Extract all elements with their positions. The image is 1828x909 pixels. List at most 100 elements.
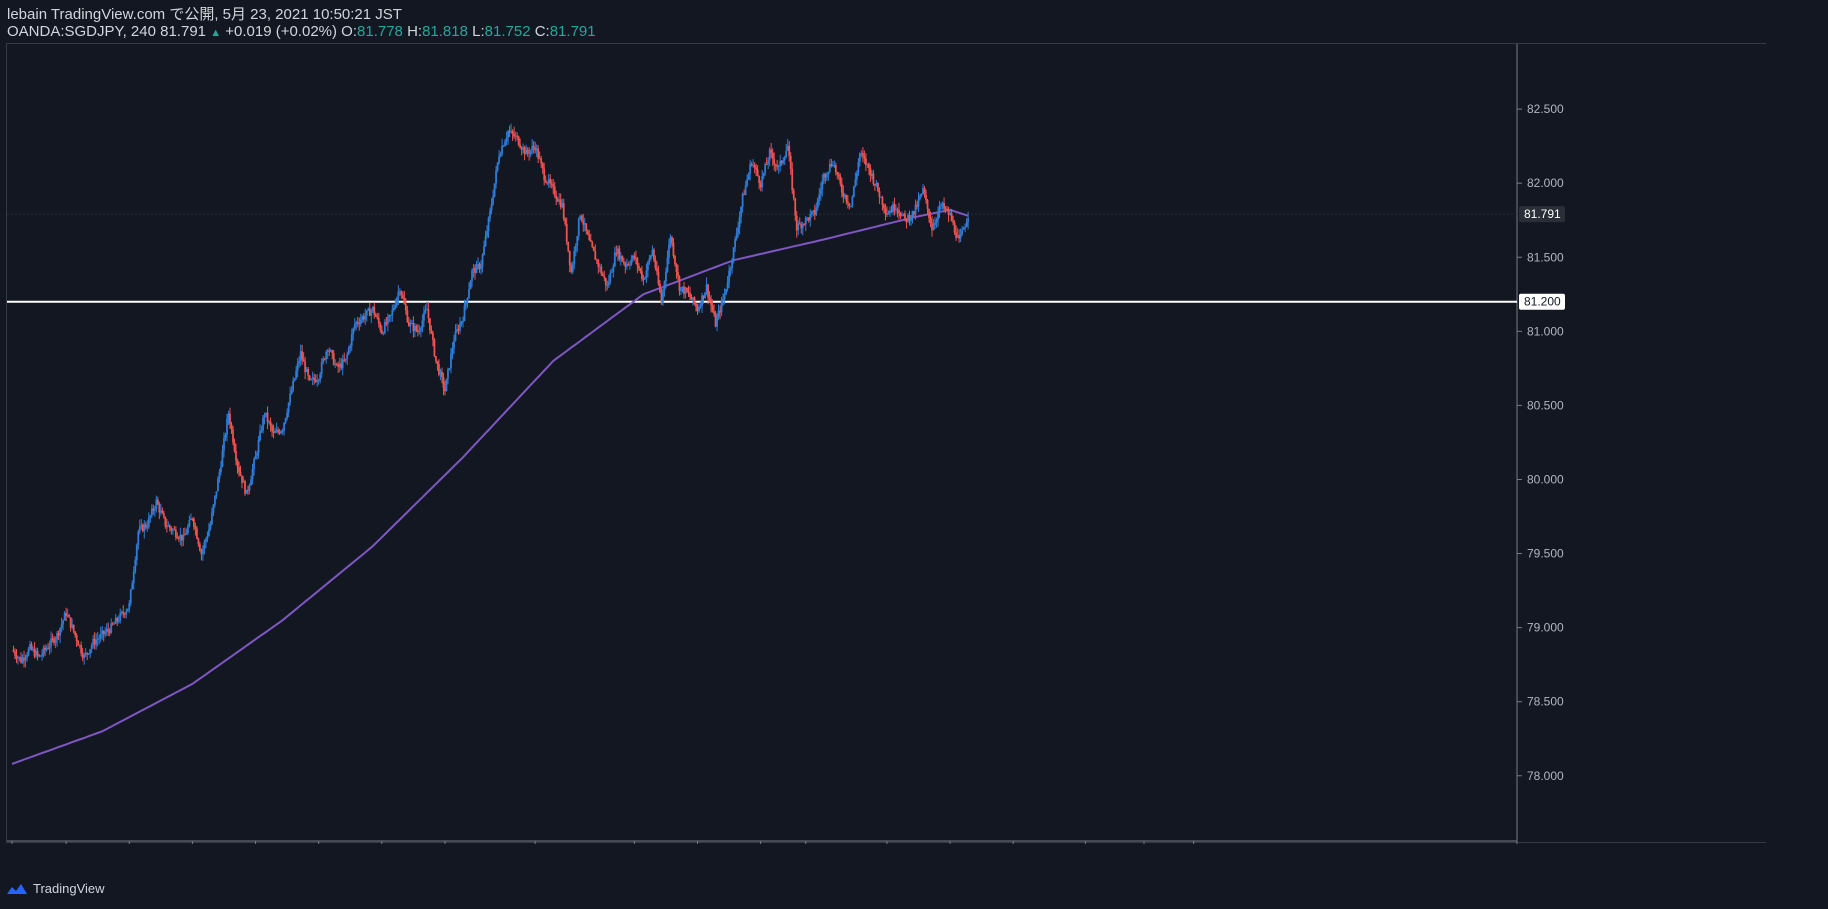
candle-body	[12, 649, 15, 652]
candle-body	[564, 218, 567, 224]
candle-body	[674, 255, 676, 264]
candle-body	[38, 654, 40, 656]
candle-body	[585, 223, 588, 231]
candle-body	[77, 641, 80, 646]
candle-body	[217, 478, 219, 492]
candle-body	[594, 251, 597, 260]
candle-body	[576, 236, 579, 246]
candle-body	[263, 415, 266, 418]
candle-body	[400, 291, 403, 296]
candle-body	[810, 211, 813, 214]
candle-body	[308, 375, 311, 380]
candle-body	[517, 136, 520, 145]
candle-body	[740, 206, 743, 217]
candle-body	[938, 205, 941, 213]
candle-body	[600, 266, 603, 274]
brand-label: TradingView	[33, 881, 105, 896]
candle-body	[797, 223, 800, 231]
price-tick-label: 81.500	[1527, 250, 1564, 264]
candle-body	[861, 153, 864, 157]
candle-body	[858, 153, 861, 163]
candle-body	[544, 180, 547, 183]
candle-body	[373, 306, 376, 315]
candle-body	[940, 205, 942, 207]
candle-body	[926, 200, 929, 210]
high-label: H:	[407, 23, 423, 40]
candle-body	[645, 270, 648, 278]
candle-body	[758, 175, 761, 184]
candle-body	[259, 430, 261, 441]
candle-body	[233, 442, 236, 452]
candle-body	[934, 222, 936, 226]
candle-body	[568, 250, 571, 266]
candle-body	[320, 362, 323, 375]
candle-body	[292, 380, 295, 391]
candle-body	[770, 149, 773, 153]
candle-body	[567, 241, 570, 251]
candle-body	[774, 164, 777, 166]
candle-body	[910, 217, 912, 221]
candle-body	[555, 195, 558, 200]
candle-body	[401, 295, 404, 298]
candle-body	[423, 312, 425, 321]
candle-body	[788, 145, 791, 156]
candle-body	[537, 148, 540, 159]
price-tick-label: 78.500	[1527, 695, 1564, 709]
candle-body	[741, 194, 744, 207]
candle-body	[904, 213, 906, 219]
candle-body	[224, 434, 227, 439]
price-tick-label: 82.500	[1527, 102, 1564, 116]
candle-body	[834, 164, 837, 173]
candle-body	[131, 583, 134, 590]
candle-body	[251, 469, 254, 480]
candle-body	[650, 255, 652, 259]
candle-body	[415, 325, 418, 331]
candle-body	[592, 246, 595, 252]
candle-body	[277, 430, 279, 432]
candle-body	[435, 356, 437, 361]
chart-frame[interactable]: 78.000 78.500 79.000 79.500 80.000 80.500 81.0…	[6, 43, 1767, 844]
candle-body	[659, 283, 661, 293]
candle-body	[737, 227, 740, 234]
candle-body	[639, 268, 642, 272]
candle-body	[370, 310, 373, 316]
candle-body	[296, 363, 299, 371]
publish-info: lebain TradingView.com で公開, 5月 23, 2021 …	[7, 6, 402, 23]
candle-body	[881, 196, 884, 205]
candle-body	[14, 651, 16, 656]
candle-body	[344, 358, 347, 361]
candle-body	[319, 374, 322, 381]
candle-body	[726, 282, 729, 289]
candle-body	[773, 158, 776, 165]
candle-body	[677, 272, 679, 277]
candle-body	[486, 231, 488, 237]
candle-body	[214, 495, 216, 505]
price-chart[interactable]: 78.000 78.500 79.000 79.500 80.000 80.500 81.0…	[7, 44, 1767, 844]
candle-body	[711, 305, 714, 312]
candle-body	[168, 525, 171, 528]
candle-body	[466, 297, 469, 303]
candle-body	[809, 213, 812, 221]
candle-body	[254, 455, 257, 460]
candle-body	[698, 307, 700, 312]
candle-body	[644, 277, 646, 280]
candle-body	[83, 655, 86, 658]
candle-body	[404, 304, 407, 311]
candle-body	[248, 485, 251, 491]
candle-body	[573, 251, 576, 265]
candle-body	[764, 163, 767, 173]
candle-body	[532, 146, 535, 148]
candle-body	[462, 320, 464, 322]
candle-body	[50, 638, 52, 647]
close-value: 81.791	[549, 23, 596, 40]
candle-body	[128, 603, 131, 609]
candle-body	[792, 190, 795, 199]
candle-body	[364, 315, 367, 320]
candle-body	[27, 648, 30, 656]
candle-body	[965, 221, 968, 227]
candle-body	[30, 644, 33, 650]
price-tick-label: 82.000	[1527, 176, 1564, 190]
candle-body	[199, 544, 201, 551]
candle-body	[591, 241, 594, 247]
candle-body	[481, 254, 484, 267]
